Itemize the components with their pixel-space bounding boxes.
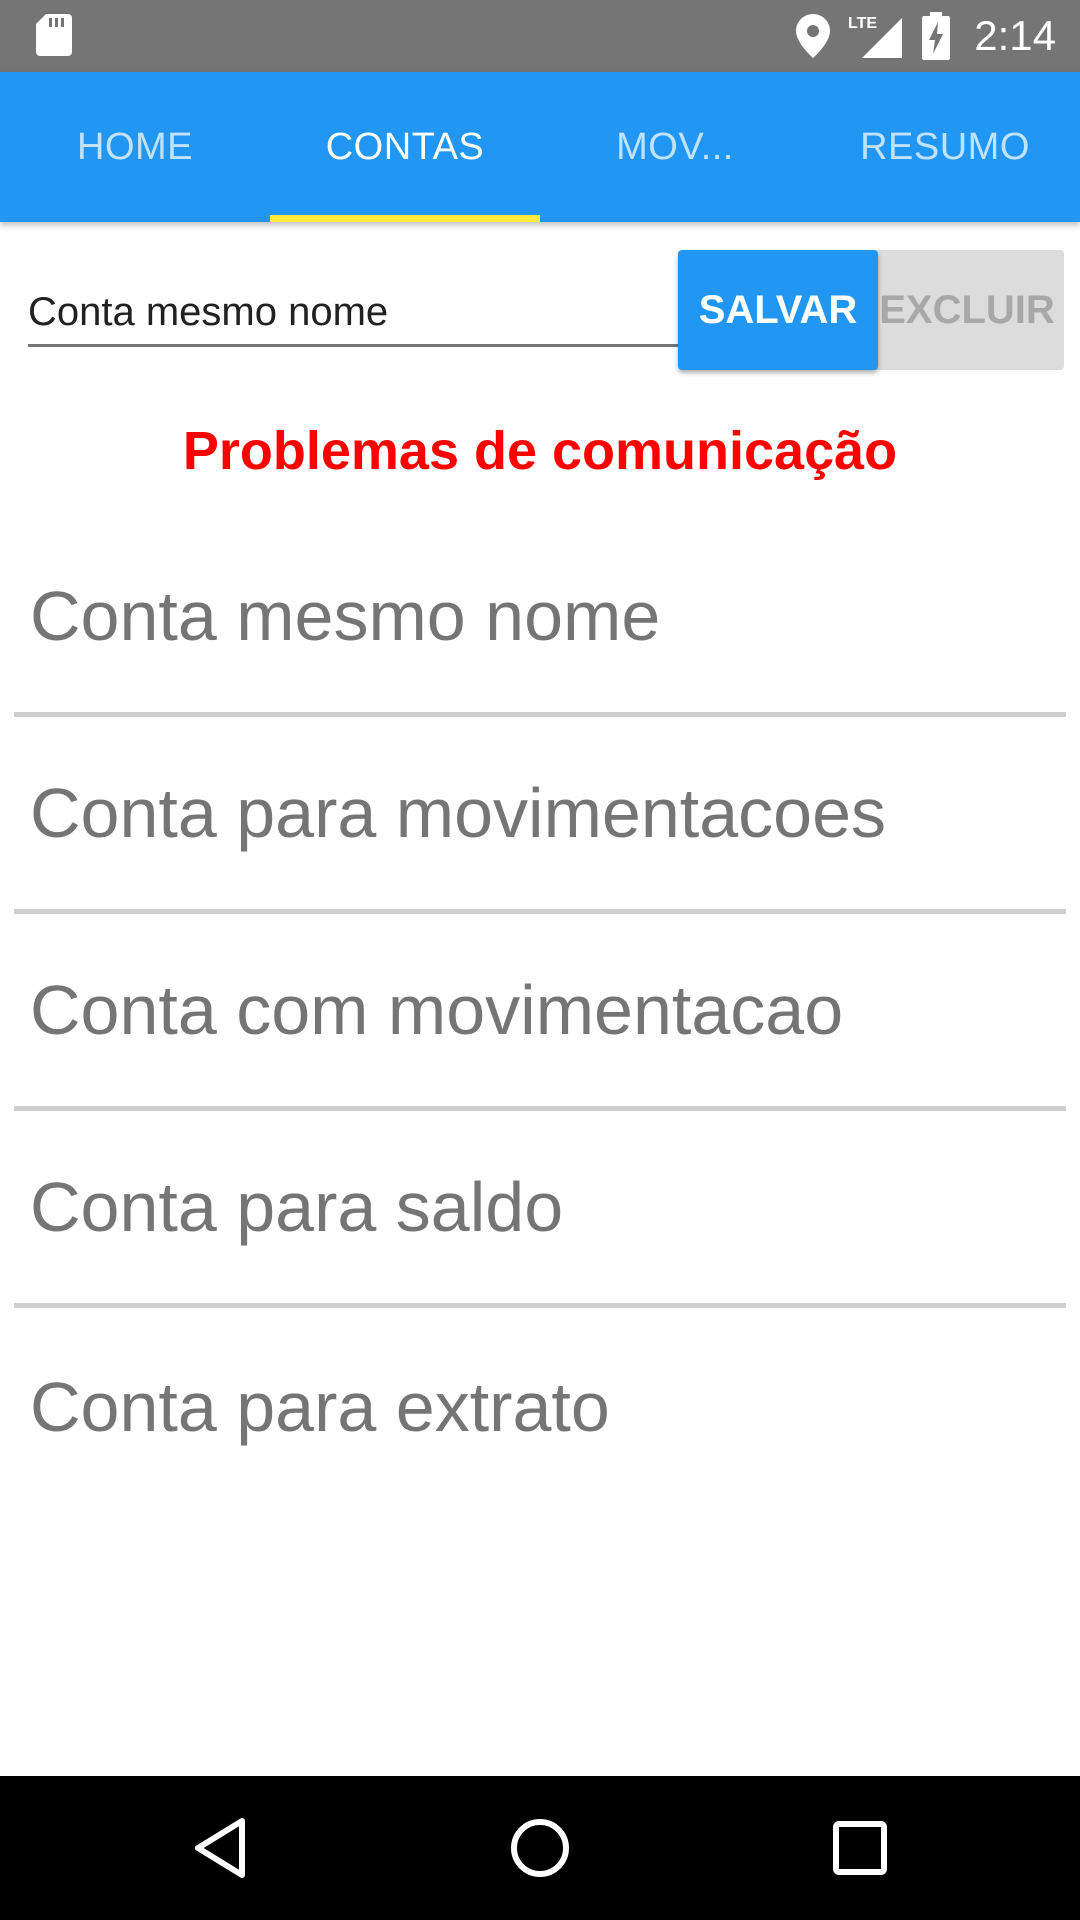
signal-icon: LTE: [848, 15, 903, 58]
tab-label: MOV...: [616, 125, 734, 168]
recents-button[interactable]: [810, 1798, 910, 1898]
back-icon: [195, 1818, 245, 1878]
tab-bar: HOME CONTAS MOV... RESUMO: [0, 72, 1080, 222]
home-button[interactable]: [490, 1798, 590, 1898]
screen: LTE 2:14 HOME CONTAS MOV... RESUMO Conta…: [0, 0, 1080, 1920]
save-button[interactable]: SALVAR: [678, 250, 878, 370]
list-item[interactable]: Conta para movimentacoes: [14, 717, 1066, 914]
account-list: Conta mesmo nome Conta para movimentacoe…: [14, 520, 1066, 1505]
sd-card-icon: [36, 14, 72, 56]
status-time: 2:14: [974, 12, 1056, 59]
error-message: Problemas de comunicação: [182, 421, 898, 481]
list-item[interactable]: Conta para saldo: [14, 1111, 1066, 1308]
list-item[interactable]: Conta para extrato: [14, 1308, 1066, 1505]
status-bar: LTE 2:14: [0, 0, 1080, 72]
status-icons: LTE 2:14: [796, 0, 1056, 72]
tab-home[interactable]: HOME: [0, 72, 270, 222]
account-name-input[interactable]: [28, 280, 678, 347]
network-type-label: LTE: [848, 15, 877, 32]
back-button[interactable]: [170, 1798, 270, 1898]
location-icon: [796, 14, 831, 58]
list-item[interactable]: Conta com movimentacao: [14, 914, 1066, 1111]
tab-movimentacoes[interactable]: MOV...: [540, 72, 810, 222]
tab-contas[interactable]: CONTAS: [270, 72, 540, 222]
recents-icon: [833, 1821, 887, 1875]
tab-label: CONTAS: [325, 125, 485, 168]
tab-label: RESUMO: [860, 125, 1030, 168]
home-icon: [511, 1819, 569, 1877]
tab-resumo[interactable]: RESUMO: [810, 72, 1080, 222]
battery-charging-icon: [922, 12, 951, 60]
account-form: EXCLUIR SALVAR: [0, 250, 1080, 370]
system-navigation-bar: [0, 1776, 1080, 1920]
tab-label: HOME: [77, 125, 193, 168]
delete-button[interactable]: EXCLUIR: [870, 250, 1064, 370]
list-item[interactable]: Conta mesmo nome: [14, 520, 1066, 717]
tab-indicator: [270, 215, 540, 222]
